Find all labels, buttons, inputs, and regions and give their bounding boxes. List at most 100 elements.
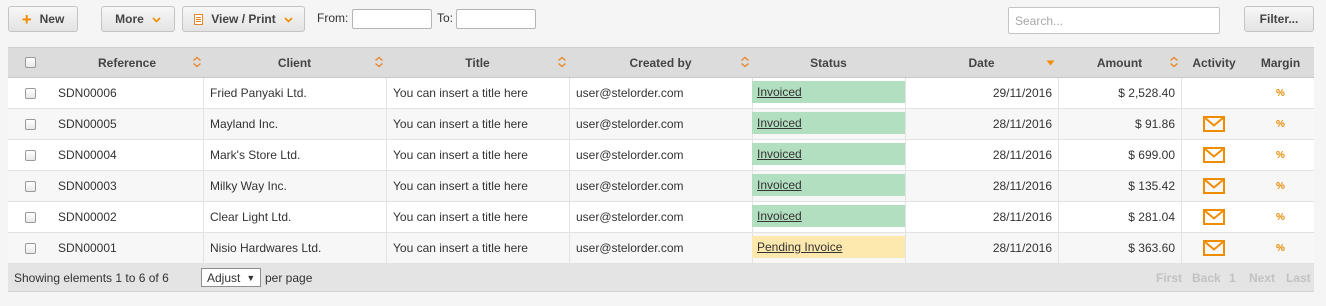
column-header-created-by[interactable]: Created by [569, 48, 752, 77]
table-body: SDN00006 Fried Panyaki Ltd. You can insert… [8, 78, 1314, 264]
cell-title[interactable]: You can insert a title here [393, 109, 528, 139]
row-checkbox[interactable] [24, 149, 36, 161]
cell-client[interactable]: Fried Panyaki Ltd. [210, 78, 307, 108]
status-badge: Invoiced [752, 81, 905, 103]
status-link[interactable]: Invoiced [757, 178, 802, 192]
column-divider [569, 202, 570, 232]
sort-icon[interactable] [374, 56, 384, 68]
table-row[interactable]: SDN00004 Mark's Store Ltd. You can insert … [8, 140, 1314, 171]
status-badge: Invoiced [752, 174, 905, 196]
row-checkbox[interactable] [24, 180, 36, 192]
select-all-checkbox[interactable] [24, 57, 36, 68]
column-header-amount[interactable]: Amount [1058, 48, 1181, 77]
column-header-label: Amount [1096, 55, 1143, 70]
column-divider [203, 233, 204, 263]
percent-icon[interactable]: % [1276, 150, 1285, 161]
column-divider [569, 140, 570, 170]
column-header-client[interactable]: Client [203, 48, 386, 77]
pagination-next[interactable]: Next [1249, 264, 1275, 291]
cell-reference[interactable]: SDN00004 [58, 140, 117, 170]
cell-reference[interactable]: SDN00005 [58, 109, 117, 139]
cell-title[interactable]: You can insert a title here [393, 171, 528, 201]
sort-icon[interactable] [740, 56, 750, 68]
new-button[interactable]: + New [8, 6, 78, 32]
cell-title[interactable]: You can insert a title here [393, 140, 528, 170]
cell-title[interactable]: You can insert a title here [393, 202, 528, 232]
sort-descending-icon[interactable] [1046, 60, 1055, 66]
envelope-icon[interactable] [1203, 178, 1225, 194]
cell-reference[interactable]: SDN00006 [58, 78, 117, 108]
sort-icon[interactable] [192, 56, 202, 68]
cell-created-by: user@stelorder.com [576, 179, 684, 193]
status-badge: Invoiced [752, 143, 905, 165]
row-checkbox[interactable] [24, 87, 36, 99]
from-date-input[interactable] [352, 9, 432, 29]
filter-button[interactable]: Filter... [1244, 6, 1314, 32]
table-row[interactable]: SDN00003 Milky Way Inc. You can insert a t… [8, 171, 1314, 202]
status-link[interactable]: Invoiced [757, 116, 802, 130]
search-input[interactable] [1008, 7, 1220, 34]
cell-reference[interactable]: SDN00002 [58, 202, 117, 232]
percent-icon[interactable]: % [1276, 88, 1285, 99]
row-checkbox[interactable] [24, 118, 36, 130]
to-date-input[interactable] [456, 9, 536, 29]
column-header-date[interactable]: Date [905, 48, 1058, 77]
table-row[interactable]: SDN00005 Mayland Inc. You can insert a tit… [8, 109, 1314, 140]
cell-margin: % [1247, 109, 1314, 139]
percent-icon[interactable]: % [1276, 212, 1285, 223]
percent-icon[interactable]: % [1276, 181, 1285, 192]
cell-margin: % [1247, 78, 1314, 108]
to-label: To: [437, 11, 454, 25]
row-select-cell [8, 78, 52, 108]
view-print-button-label: View / Print [211, 12, 276, 26]
cell-margin: % [1247, 140, 1314, 170]
cell-activity [1181, 78, 1247, 108]
pagination-back[interactable]: Back [1192, 264, 1221, 291]
more-button[interactable]: More [101, 6, 175, 32]
column-header-label: Client [277, 55, 312, 70]
cell-reference[interactable]: SDN00001 [58, 233, 117, 263]
cell-title[interactable]: You can insert a title here [393, 233, 528, 263]
pagination-last[interactable]: Last [1286, 264, 1311, 291]
cell-client[interactable]: Mark's Store Ltd. [210, 140, 300, 170]
sort-icon[interactable] [1169, 56, 1179, 68]
row-checkbox[interactable] [24, 242, 36, 254]
table-row[interactable]: SDN00001 Nisio Hardwares Ltd. You can inse… [8, 233, 1314, 264]
envelope-icon[interactable] [1203, 209, 1225, 225]
pagination-first[interactable]: First [1156, 264, 1182, 291]
cell-reference[interactable]: SDN00003 [58, 171, 117, 201]
cell-activity [1181, 171, 1247, 201]
column-divider [203, 78, 204, 108]
table-row[interactable]: SDN00002 Clear Light Ltd. You can insert a… [8, 202, 1314, 233]
status-link[interactable]: Invoiced [757, 209, 802, 223]
cell-margin: % [1247, 171, 1314, 201]
column-header-reference[interactable]: Reference [52, 48, 202, 77]
column-divider [203, 140, 204, 170]
column-header-title[interactable]: Title [386, 48, 569, 77]
view-print-button[interactable]: View / Print [182, 6, 305, 32]
cell-client[interactable]: Nisio Hardwares Ltd. [210, 233, 321, 263]
page-size-select[interactable]: Adjust ▼ [201, 268, 261, 287]
percent-icon[interactable]: % [1276, 119, 1285, 130]
pagination-page[interactable]: 1 [1229, 264, 1236, 291]
sort-icon[interactable] [557, 56, 567, 68]
chevron-down-icon [284, 12, 293, 26]
table-row[interactable]: SDN00006 Fried Panyaki Ltd. You can insert… [8, 78, 1314, 109]
envelope-icon[interactable] [1203, 116, 1225, 132]
cell-title[interactable]: You can insert a title here [393, 78, 528, 108]
envelope-icon[interactable] [1203, 147, 1225, 163]
status-link[interactable]: Invoiced [757, 85, 802, 99]
column-divider [386, 78, 387, 108]
cell-client[interactable]: Clear Light Ltd. [210, 202, 291, 232]
percent-icon[interactable]: % [1276, 243, 1285, 254]
cell-client[interactable]: Milky Way Inc. [210, 171, 287, 201]
row-checkbox[interactable] [24, 211, 36, 223]
column-header-status[interactable]: Status [752, 48, 905, 77]
cell-date: 28/11/2016 [992, 179, 1052, 193]
cell-client[interactable]: Mayland Inc. [210, 109, 278, 139]
status-link[interactable]: Invoiced [757, 147, 802, 161]
envelope-icon[interactable] [1203, 240, 1225, 256]
row-select-cell [8, 109, 52, 139]
column-header-label: Status [810, 55, 847, 70]
status-link[interactable]: Pending Invoice [757, 240, 842, 254]
